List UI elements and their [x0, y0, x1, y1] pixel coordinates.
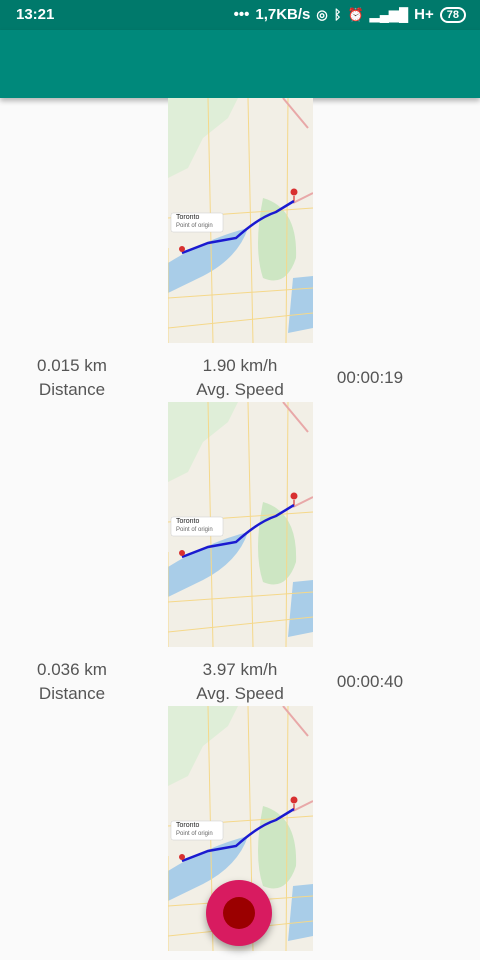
status-icons: ••• 1,7KB/s ◎ ᛒ ⏰ ▂▄▆█ H+ 78	[234, 6, 466, 23]
wifi-icon: ◎	[316, 6, 328, 22]
duration-stat: 00:00:19	[336, 368, 404, 387]
distance-value: 0.036 km	[37, 660, 107, 679]
duration-stat: 00:00:40	[336, 672, 404, 691]
speed-value: 3.97 km/h	[202, 660, 278, 679]
speed-stat: 1.90 km/h Avg. Speed	[170, 354, 310, 402]
map-callout: Toronto Point of origin	[176, 518, 213, 534]
speed-value: 1.90 km/h	[202, 356, 278, 375]
record-icon	[223, 897, 255, 929]
battery-icon: 78	[439, 6, 466, 23]
app-bar	[0, 30, 480, 98]
network-speed: 1,7KB/s	[255, 6, 311, 23]
distance-value: 0.015 km	[37, 356, 107, 375]
speed-label: Avg. Speed	[196, 380, 284, 399]
map-callout-subtitle: Point of origin	[176, 527, 213, 533]
track-item[interactable]: Toronto Point of origin 0.036 km Distanc…	[0, 402, 480, 706]
distance-label: Distance	[38, 684, 106, 703]
map-callout-title: Toronto	[176, 214, 200, 221]
track-item[interactable]: Toronto Point of origin 0.015 km Distanc…	[0, 98, 480, 402]
alarm-icon: ⏰	[347, 6, 364, 22]
status-time: 13:21	[16, 6, 55, 23]
status-bar: 13:21 ••• 1,7KB/s ◎ ᛒ ⏰ ▂▄▆█ H+ 78	[0, 0, 480, 30]
map-callout-subtitle: Point of origin	[176, 223, 213, 229]
distance-stat: 0.036 km Distance	[12, 658, 132, 706]
route-map: Toronto Point of origin	[168, 402, 313, 647]
map-callout-title: Toronto	[176, 518, 200, 525]
notification-dots: •••	[233, 6, 250, 23]
network-type: H+	[414, 6, 434, 23]
map-callout-subtitle: Point of origin	[176, 831, 213, 837]
map-callout-title: Toronto	[176, 822, 200, 829]
map-callout: Toronto Point of origin	[176, 822, 213, 838]
route-map: Toronto Point of origin	[168, 98, 313, 343]
distance-label: Distance	[38, 380, 106, 399]
speed-label: Avg. Speed	[196, 684, 284, 703]
distance-stat: 0.015 km Distance	[12, 354, 132, 402]
bluetooth-icon: ᛒ	[333, 7, 342, 22]
map-callout: Toronto Point of origin	[176, 214, 213, 230]
signal-icon: ▂▄▆█	[369, 6, 409, 22]
speed-stat: 3.97 km/h Avg. Speed	[170, 658, 310, 706]
record-button[interactable]	[206, 880, 272, 946]
